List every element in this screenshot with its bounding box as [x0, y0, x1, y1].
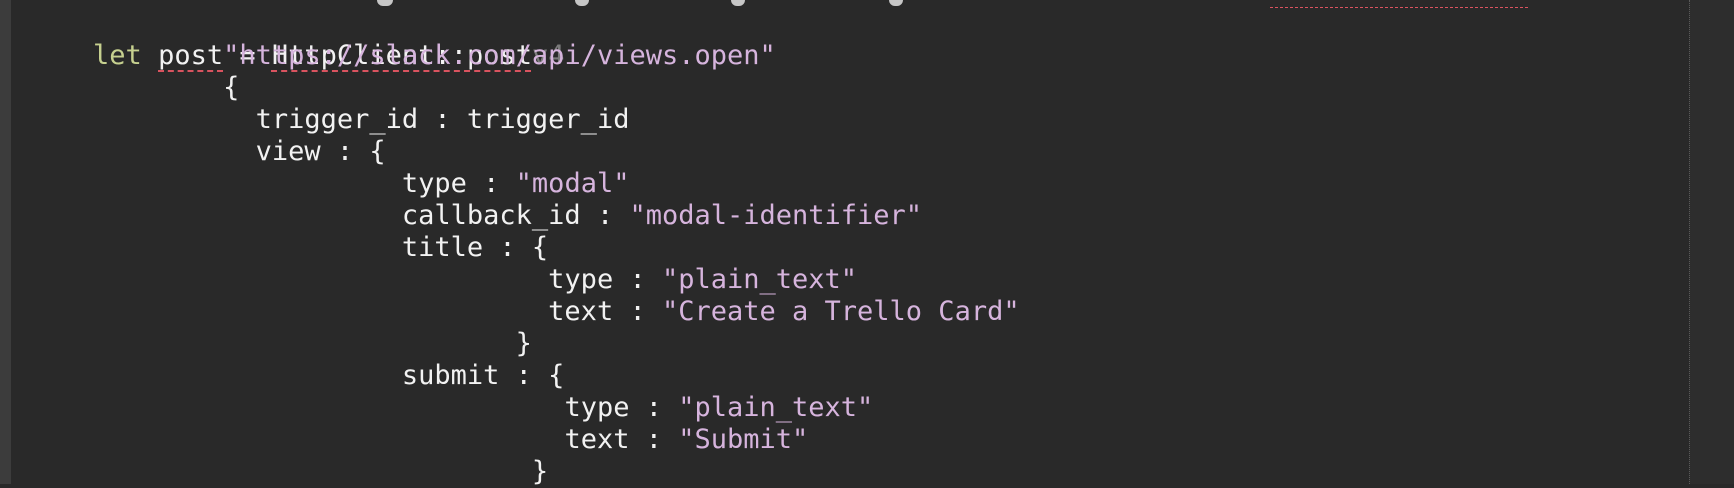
code-line-10[interactable]: text : "Create a Trello Card"	[28, 296, 1020, 328]
code-line-3[interactable]: {	[28, 72, 239, 104]
string-literal: "plain_text"	[661, 264, 858, 295]
code-text: }	[515, 328, 532, 359]
object-key: type :	[564, 392, 679, 423]
object-key: type :	[401, 168, 516, 199]
string-literal: "modal"	[515, 168, 630, 199]
code-line-9[interactable]: type : "plain_text"	[28, 264, 857, 296]
code-line-12[interactable]: submit : {	[28, 360, 565, 392]
string-literal: "Create a Trello Card"	[661, 296, 1020, 327]
code-text: title : {	[401, 232, 549, 263]
code-text: submit : {	[401, 360, 565, 391]
error-squiggle-previous-line	[1270, 7, 1528, 8]
code-line-6[interactable]: type : "modal"	[28, 168, 630, 200]
code-text: view : {	[255, 136, 386, 167]
code-line-8[interactable]: title : {	[28, 232, 548, 264]
code-text: trigger_id : trigger_id	[255, 104, 630, 135]
code-line-13[interactable]: type : "plain_text"	[28, 392, 873, 424]
cutoff-glyph	[377, 0, 393, 6]
string-literal: "Submit"	[678, 424, 809, 455]
object-key: text :	[548, 296, 662, 327]
code-text: }	[531, 456, 549, 487]
string-literal: "modal-identifier"	[629, 200, 923, 231]
cutoff-glyph	[889, 0, 903, 6]
editor-gutter	[0, 0, 11, 484]
code-editor[interactable]: let post = HttpClient::postv4 "https://s…	[11, 0, 1734, 487]
code-line-2[interactable]: "https://slack.com/api/views.open"	[28, 40, 776, 72]
code-line-14[interactable]: text : "Submit"	[28, 424, 808, 456]
cutoff-glyph	[575, 0, 589, 6]
cutoff-glyph	[731, 0, 745, 6]
string-literal: "plain_text"	[678, 392, 874, 423]
object-key: type :	[548, 264, 662, 295]
code-line-7[interactable]: callback_id : "modal-identifier"	[28, 200, 922, 232]
code-line-11[interactable]: }	[28, 328, 532, 360]
code-text: {	[223, 72, 240, 103]
string-literal: "https://slack.com/api/views.open"	[223, 40, 776, 71]
minimap-panel[interactable]	[1689, 0, 1734, 484]
code-line-1[interactable]: let post = HttpClient::postv4	[28, 8, 564, 71]
object-key: text :	[564, 424, 679, 455]
code-line-4[interactable]: trigger_id : trigger_id	[28, 104, 630, 136]
code-line-15[interactable]: }	[28, 456, 548, 488]
code-line-5[interactable]: view : {	[28, 136, 386, 168]
object-key: callback_id :	[401, 200, 630, 231]
